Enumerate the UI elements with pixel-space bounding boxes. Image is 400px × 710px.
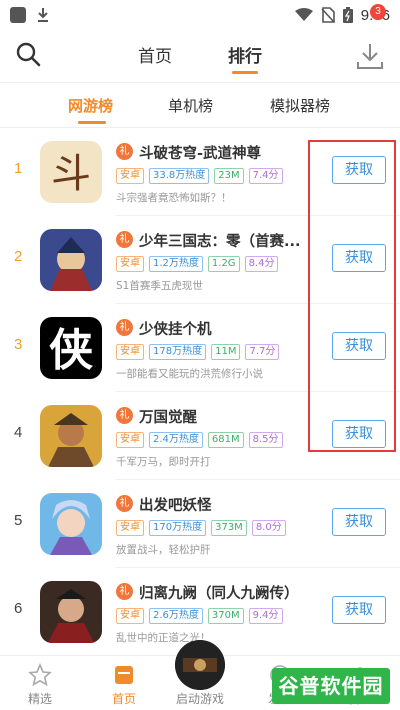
star-icon (28, 663, 52, 687)
status-bar: 9:36 (0, 0, 400, 30)
launch-game-avatar[interactable] (175, 640, 225, 690)
nav-label: 精选 (27, 692, 52, 706)
gift-icon: 礼 (116, 495, 133, 512)
heat-tag: 1.2万热度 (149, 256, 203, 272)
app-name: 少年三国志：零（首赛... (139, 234, 301, 250)
tab-ranking[interactable]: 排行 (228, 42, 262, 67)
size-tag: 23M (214, 168, 244, 184)
gift-icon: 礼 (116, 319, 133, 336)
app-name: 少侠挂个机 (139, 322, 212, 338)
app-name: 出发吧妖怪 (139, 498, 212, 514)
nav-featured[interactable]: 精选 (0, 656, 80, 710)
watermark-logo: 谷普软件园 (272, 668, 390, 704)
get-button[interactable]: 获取 (332, 508, 386, 536)
app-row[interactable]: 5 礼 出发吧妖怪 安卓 170万热度 373M 8.0分 放置战斗，轻松护肝 … (0, 480, 400, 568)
rank-number: 5 (14, 512, 23, 529)
app-icon (40, 229, 102, 291)
score-tag: 8.4分 (244, 256, 279, 272)
rank-number: 4 (14, 424, 23, 441)
gift-icon: 礼 (116, 583, 133, 600)
rank-number: 2 (14, 248, 23, 265)
nav-label: 首页 (111, 692, 136, 706)
subtab-single-player[interactable]: 单机榜 (168, 95, 213, 116)
top-header: 首页 排行 (0, 30, 400, 82)
platform-tag: 安卓 (116, 520, 144, 536)
download-count-badge: 3 (370, 4, 386, 20)
subtab-emulator[interactable]: 模拟器榜 (270, 95, 330, 116)
svg-text:斗: 斗 (51, 151, 91, 197)
score-tag: 8.0分 (251, 520, 286, 536)
platform-tag: 安卓 (116, 432, 144, 448)
notification-icon (10, 7, 26, 23)
score-tag: 8.5分 (248, 432, 283, 448)
heat-tag: 178万热度 (149, 344, 207, 360)
app-description: 千军万马，即时开打 (116, 456, 211, 468)
platform-tag: 安卓 (116, 608, 144, 624)
size-tag: 370M (207, 608, 244, 624)
rank-number: 1 (14, 160, 23, 177)
app-name: 归离九阙（同人九阙传） (139, 586, 299, 602)
download-status-icon (38, 8, 48, 22)
app-description: 斗宗强者竟恐怖如斯？！ (116, 192, 232, 204)
header-divider (0, 82, 400, 83)
highlight-box (308, 140, 396, 452)
gift-icon: 礼 (116, 143, 133, 160)
tab-home[interactable]: 首页 (138, 42, 172, 67)
home-icon (115, 666, 133, 684)
search-icon[interactable] (14, 40, 42, 68)
svg-text:侠: 侠 (49, 325, 94, 376)
score-tag: 9.4分 (248, 608, 283, 624)
size-tag: 1.2G (207, 256, 240, 272)
app-name: 斗破苍穹-武道神尊 (139, 146, 262, 162)
subtab-online-games[interactable]: 网游榜 (68, 95, 113, 116)
app-description: 放置战斗，轻松护肝 (116, 544, 211, 556)
no-sim-icon (321, 7, 335, 23)
app-icon: 斗 (40, 141, 102, 203)
download-manager-icon[interactable] (354, 38, 386, 72)
platform-tag: 安卓 (116, 344, 144, 360)
app-icon (40, 493, 102, 555)
rank-number: 3 (14, 336, 23, 353)
nav-label: 启动游戏 (175, 692, 224, 706)
subtab-indicator (78, 121, 106, 124)
app-icon: 侠 (40, 317, 102, 379)
app-name: 万国觉醒 (139, 410, 197, 426)
platform-tag: 安卓 (116, 168, 144, 184)
app-description: S1首赛季五虎现世 (116, 280, 203, 292)
heat-tag: 170万热度 (149, 520, 207, 536)
platform-tag: 安卓 (116, 256, 144, 272)
app-icon (40, 405, 102, 467)
heat-tag: 33.8万热度 (149, 168, 210, 184)
app-icon (40, 581, 102, 643)
app-description: 一部能看又能玩的洪荒修行小说 (116, 368, 263, 380)
nav-home[interactable]: 首页 (84, 656, 164, 710)
rank-number: 6 (14, 600, 23, 617)
heat-tag: 2.4万热度 (149, 432, 203, 448)
wifi-icon (294, 8, 313, 21)
heat-tag: 2.6万热度 (149, 608, 203, 624)
size-tag: 373M (211, 520, 247, 536)
size-tag: 681M (207, 432, 244, 448)
gift-icon: 礼 (116, 231, 133, 248)
tab-ranking-indicator (232, 71, 258, 74)
gift-icon: 礼 (116, 407, 133, 424)
score-tag: 7.4分 (248, 168, 283, 184)
score-tag: 7.7分 (245, 344, 280, 360)
battery-icon (342, 7, 353, 23)
get-button[interactable]: 获取 (332, 596, 386, 624)
size-tag: 11M (211, 344, 241, 360)
